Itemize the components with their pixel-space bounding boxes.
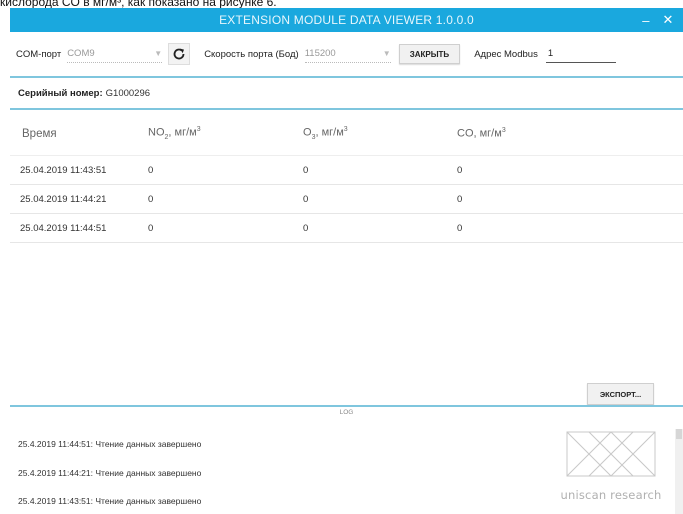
refresh-icon [173, 48, 185, 60]
table-row[interactable]: 25.04.2019 11:43:51 0 0 0 [10, 156, 683, 185]
cell-co: 0 [457, 222, 463, 234]
close-window-button[interactable]: ✕ [657, 8, 679, 32]
baud-rate-select[interactable]: 115200 ▼ [304, 45, 391, 63]
cell-time: 25.04.2019 11:43:51 [20, 164, 107, 176]
log-panel: LOG 25.4.2019 11:44:51: Чтение данных за… [10, 405, 683, 514]
table-row[interactable]: 25.04.2019 11:44:51 0 0 0 [10, 214, 683, 243]
baud-rate-label: Скорость порта (Бод) [204, 48, 299, 60]
table-header: Время NO2, мг/м3 O3, мг/м3 CO, мг/м3 [10, 112, 683, 156]
column-header-time[interactable]: Время [10, 128, 148, 140]
scrollbar-thumb[interactable] [676, 429, 682, 439]
logo-mark-icon [566, 431, 656, 477]
export-button[interactable]: ЭКСПОРТ... [587, 383, 654, 405]
cell-o3: 0 [303, 193, 309, 205]
serial-number-value: G1000296 [105, 87, 151, 99]
table-row[interactable]: 25.04.2019 11:44:21 0 0 0 [10, 185, 683, 214]
refresh-button[interactable] [168, 43, 191, 65]
cell-co: 0 [457, 164, 463, 176]
modbus-address-input[interactable]: 1 [545, 45, 616, 63]
logo-text: uniscan research [560, 488, 662, 502]
app-window: EXTENSION MODULE DATA VIEWER 1.0.0.0 – ✕… [10, 8, 683, 514]
cell-time: 25.04.2019 11:44:51 [20, 222, 107, 234]
com-port-value: COM9 [67, 48, 95, 59]
cell-o3: 0 [303, 164, 309, 176]
title-bar: EXTENSION MODULE DATA VIEWER 1.0.0.0 – ✕ [10, 8, 683, 32]
cell-o3: 0 [303, 222, 309, 234]
column-header-o3[interactable]: O3, мг/м3 [303, 126, 457, 141]
document-text-fragment: кислорода CO в мг/м³, как показано на ри… [0, 0, 277, 8]
cell-time: 25.04.2019 11:44:21 [20, 193, 107, 205]
log-line: 25.4.2019 11:44:21: Чтение данных заверш… [18, 468, 202, 478]
close-port-button[interactable]: ЗАКРЫТЬ [398, 44, 461, 64]
log-line: 25.4.2019 11:43:51: Чтение данных заверш… [18, 496, 202, 506]
chevron-down-icon: ▼ [154, 49, 163, 58]
serial-number-label: Серийный номер: [18, 87, 103, 99]
company-logo: uniscan research [555, 426, 667, 506]
window-title: EXTENSION MODULE DATA VIEWER 1.0.0.0 [219, 13, 474, 27]
modbus-address-label: Адрес Modbus [474, 48, 538, 60]
cell-no2: 0 [148, 222, 154, 234]
com-port-select[interactable]: COM9 ▼ [67, 45, 163, 63]
serial-number-row: Серийный номер: G1000296 [10, 78, 683, 110]
cell-no2: 0 [148, 193, 154, 205]
minimize-button[interactable]: – [635, 8, 657, 32]
column-header-co[interactable]: CO, мг/м3 [457, 127, 683, 140]
baud-rate-value: 115200 [304, 48, 336, 59]
log-scrollbar[interactable] [675, 429, 683, 514]
log-line: 25.4.2019 11:44:51: Чтение данных заверш… [18, 439, 202, 449]
column-header-no2[interactable]: NO2, мг/м3 [148, 126, 303, 141]
data-table: Время NO2, мг/м3 O3, мг/м3 CO, мг/м3 25.… [10, 112, 683, 243]
chevron-down-icon: ▼ [382, 49, 391, 58]
connection-toolbar: COM-порт COM9 ▼ Скорость порта (Бод) 115… [10, 32, 683, 78]
log-title: LOG [339, 409, 354, 416]
com-port-label: COM-порт [16, 48, 62, 60]
cell-no2: 0 [148, 164, 154, 176]
cell-co: 0 [457, 193, 463, 205]
